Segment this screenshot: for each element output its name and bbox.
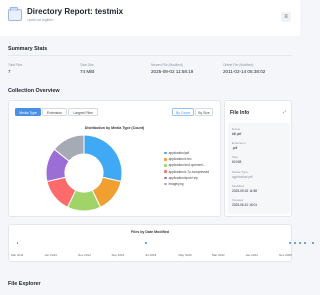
field-label-extension: Extension [232,141,246,145]
legend-swatch [164,170,167,173]
legend-label: image/png [168,182,184,187]
field-label-size: Size [232,155,239,159]
legend-swatch [164,157,167,161]
timeline-tick-label: Nov 2014 [78,253,91,257]
menu-button[interactable]: ≡ [281,12,291,22]
stat-label-total-files: Total Files [8,63,23,67]
expand-icon[interactable]: ⤢ [283,109,286,114]
media-type-donut-chart [45,134,123,212]
collection-section-title: Collection Overview [8,88,60,94]
toggle-by-count[interactable]: By Count [172,108,194,116]
app-header: Directory Report: testmix <path not legi… [0,0,300,36]
timeline-tick-label: Jan 2013 [44,253,57,257]
tab-media-type[interactable]: Media Type [15,108,41,116]
collection-panel: Media Type Extension Largest Files By Co… [8,100,221,217]
timeline-tick-label: May 2020 [178,253,192,257]
timeline-tick-label: Jul 2018 [145,253,157,257]
field-value-name: bill.pdf [232,132,242,136]
folder-icon [8,7,22,21]
divider [8,55,292,56]
legend-swatch [164,164,167,167]
legend-swatch [164,151,167,155]
legend-swatch [164,176,167,180]
timeline-dot[interactable] [304,242,306,244]
legend-label: application/pdf [168,151,190,156]
tab-extension[interactable]: Extension [42,108,67,116]
field-value-size: 60 KiB [232,160,242,164]
stat-value-oldest: 2011-02-14 05:38:02 [223,69,266,74]
timeline-chart: Files by Date Modified Mar 2011 Jan 2013 N… [8,224,315,262]
timeline-dot[interactable] [312,242,315,244]
field-value-extension: .pdf [232,146,238,150]
legend-label: application/x-tex [168,157,192,162]
stat-label-oldest: Oldest File (Modified) [223,63,254,67]
field-label-modified: Modified [232,184,244,188]
timeline-dot[interactable] [144,242,147,244]
summary-section-title: Summary Stats [8,46,48,52]
menu-icon: ≡ [284,14,288,20]
donut-slice[interactable] [83,134,123,183]
stat-label-newest: Newest File (Modified) [151,63,183,67]
timeline-dot[interactable] [16,242,19,244]
file-info-title: File Info [230,110,250,116]
page-title: Directory Report: testmix [27,7,124,16]
file-explorer-section-title: File Explorer [8,281,41,287]
field-label-created: Created [232,198,244,202]
tab-largest-files[interactable]: Largest Files [68,108,98,116]
timeline-dot[interactable] [294,242,296,244]
timeline-tick-label: Mar 2011 [11,253,24,257]
stat-label-total-size: Total Size [80,63,94,67]
stat-value-total-size: 74 MiB [80,69,95,74]
stat-value-total-files: 7 [8,69,11,74]
legend-label: application/x-7z-compressed [168,169,210,174]
timeline-tick-label: Mar 2022 [212,253,225,257]
chart-title: Distribution by Media Type (Count) [84,126,145,130]
toggle-by-size[interactable]: By Size [195,108,213,116]
stat-value-newest: 2025-09-02 11:58:19 [151,69,194,74]
legend-label: application/epub+zip [168,175,198,180]
field-value-modified: 2025-09-02 11:58 [232,189,257,193]
field-label-name: Name [232,127,241,131]
timeline-tick-label: Sep 2016 [111,253,125,257]
timeline-tick-label: Jan 2024 [245,253,258,257]
timeline-dot[interactable] [289,242,291,244]
timeline-dot[interactable] [299,242,301,244]
file-info-panel: File Info ⤢ Name bill.pdf Extension .pdf… [224,100,292,217]
file-info-details: Name bill.pdf Extension .pdf Size 60 KiB… [228,123,290,214]
field-label-media-type: Media Type [232,170,248,174]
field-value-created: 2025-06-10 16:01 [232,203,258,207]
page-subtitle: <path not legible> [27,18,54,22]
field-value-media-type: application/pdf [232,175,253,179]
legend-label: application/vnd.openxml... [168,163,206,168]
timeline-tick-label: Nov 2025 [279,253,292,257]
legend-item[interactable]: image/png [164,181,209,187]
timeline-plot: Mar 2011 Jan 2013 Nov 2014 Sep 2016 Jul 2018… [9,225,315,261]
legend-swatch [164,182,167,186]
chart-legend: application/pdf application/x-tex applicat… [164,150,209,187]
